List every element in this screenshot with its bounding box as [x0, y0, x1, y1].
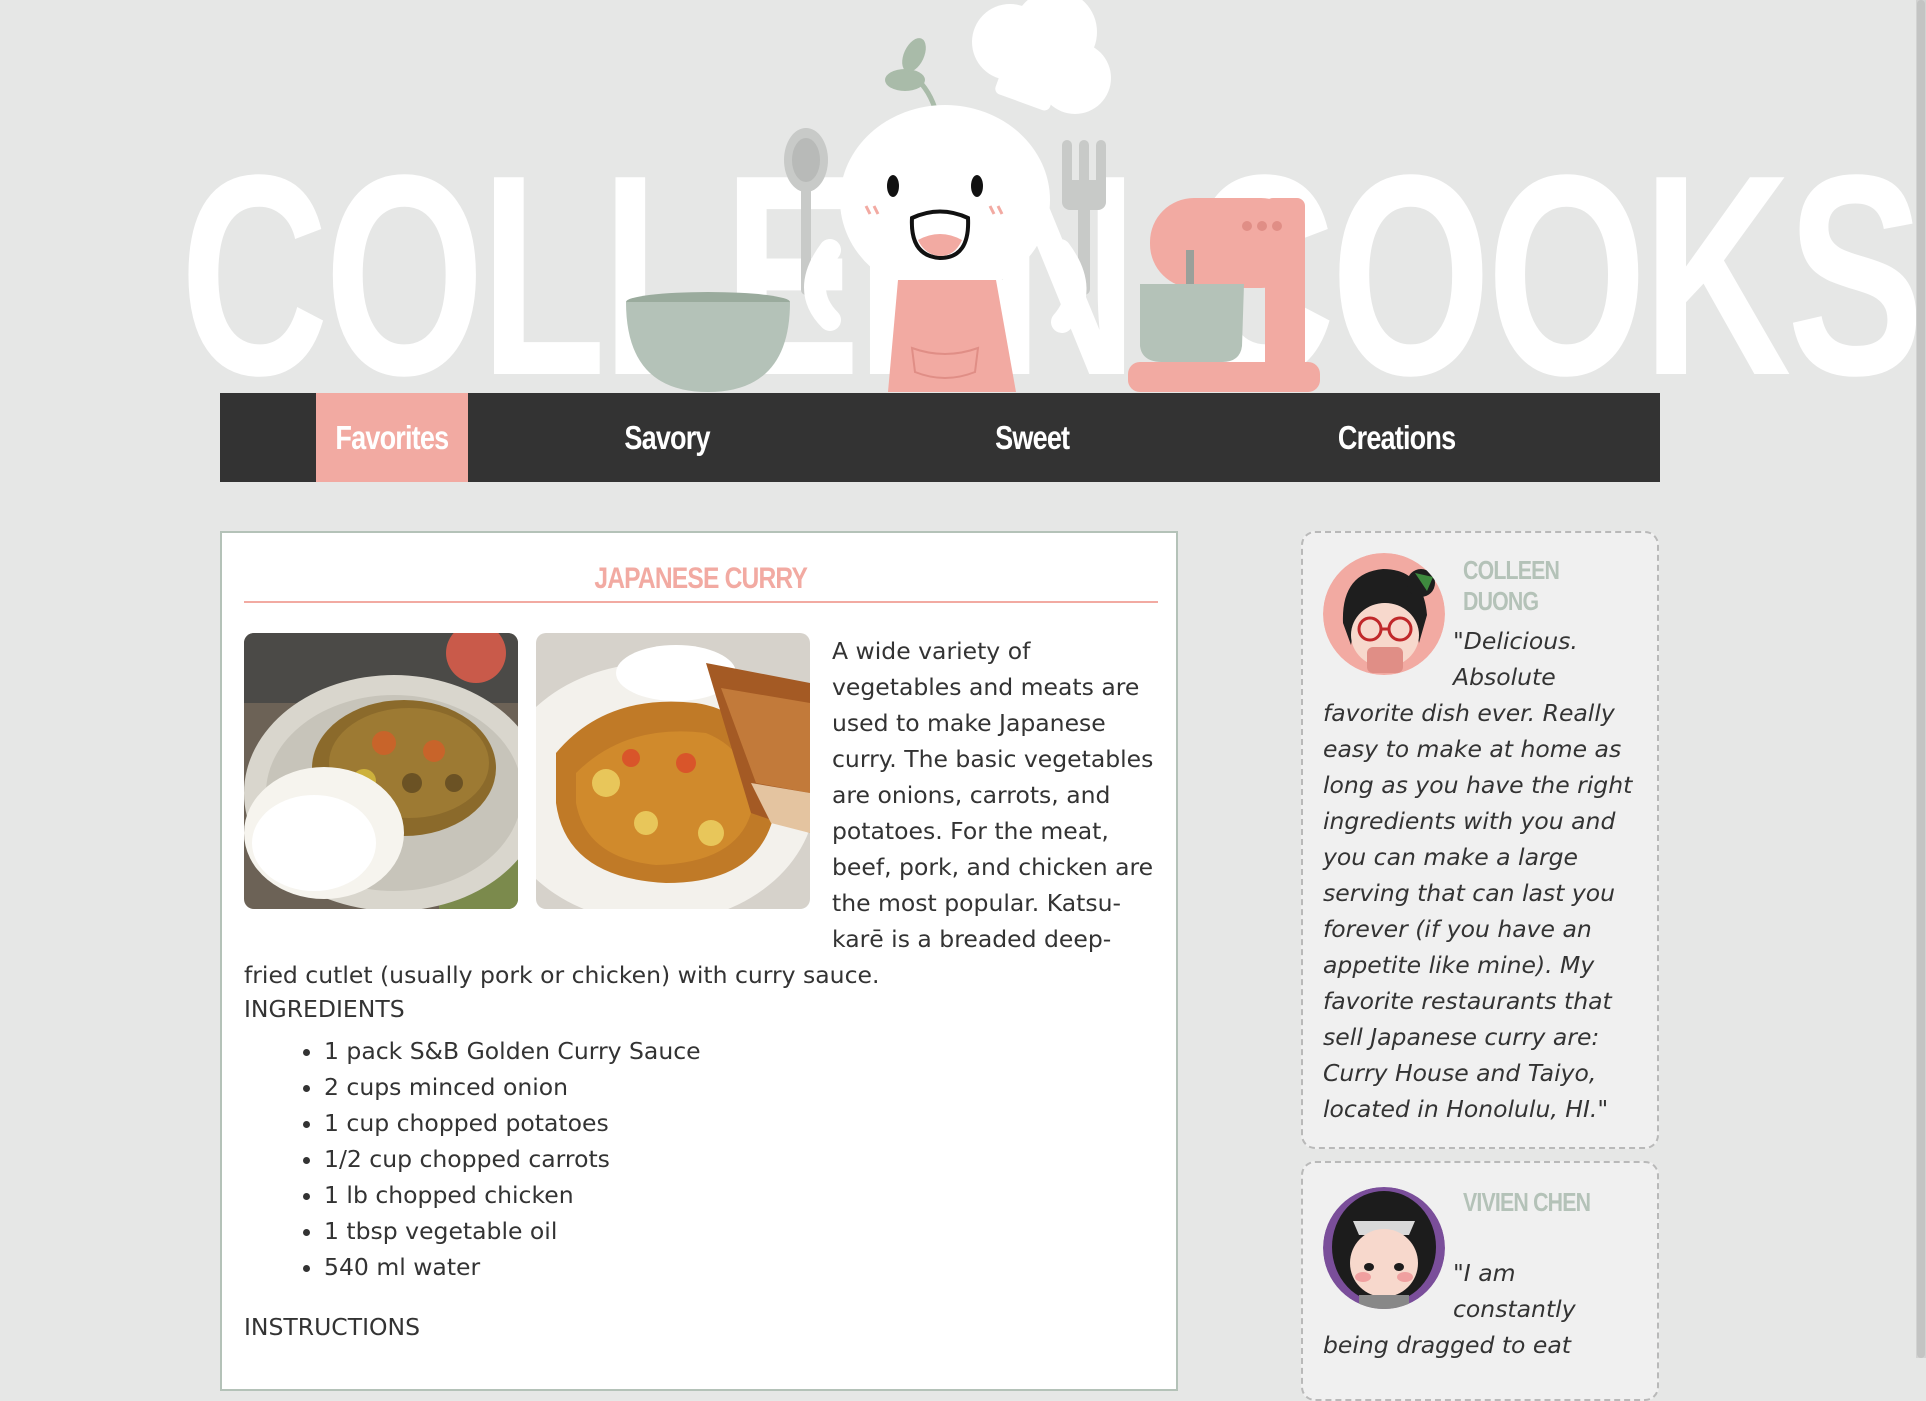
list-item: 1 cup chopped potatoes: [324, 1105, 701, 1141]
ingredients-heading: INGREDIENTS: [244, 995, 405, 1023]
scrollbar-thumb[interactable]: [1917, 0, 1925, 1358]
review-quote: "Delicious. Absolute favorite dish ever.…: [1323, 627, 1633, 1123]
review-card: VIVIEN CHEN "I am constantly being dragg…: [1301, 1161, 1659, 1401]
nav-item-creations[interactable]: Creations: [1198, 393, 1596, 482]
nav-item-savory[interactable]: Savory: [468, 393, 866, 482]
list-item: 1/2 cup chopped carrots: [324, 1141, 701, 1177]
list-item: 1 lb chopped chicken: [324, 1177, 701, 1213]
list-item: 1 tbsp vegetable oil: [324, 1213, 701, 1249]
reviewer-name: COLLEEN DUONG: [1463, 555, 1560, 616]
site-header: COLLEEN COOKS: [0, 0, 1926, 435]
instructions-heading: INSTRUCTIONS: [244, 1313, 420, 1341]
ingredients-list: 1 pack S&B Golden Curry Sauce 2 cups min…: [244, 1033, 701, 1285]
review-quote: "I am constantly being dragged to eat: [1323, 1259, 1576, 1359]
reviewer-name: VIVIEN CHEN: [1463, 1187, 1591, 1217]
list-item: 1 pack S&B Golden Curry Sauce: [324, 1033, 701, 1069]
nav-item-sweet[interactable]: Sweet: [866, 393, 1198, 482]
list-item: 2 cups minced onion: [324, 1069, 701, 1105]
curry-rice-photo: [244, 633, 518, 909]
main-nav: Favorites Savory Sweet Creations: [220, 393, 1660, 482]
list-item: 540 ml water: [324, 1249, 701, 1285]
brand-title: COLLEEN COOKS: [180, 115, 1924, 435]
page-scrollbar[interactable]: [1916, 0, 1926, 1358]
nav-item-favorites[interactable]: Favorites: [316, 393, 468, 482]
recipe-card: JAPANESE CURRY A wide variety of vegetab…: [220, 531, 1178, 1391]
review-card: COLLEEN DUONG "Delicious. Absolute favor…: [1301, 531, 1659, 1149]
recipe-title: JAPANESE CURRY: [244, 557, 1158, 603]
katsu-curry-photo: [536, 633, 810, 909]
